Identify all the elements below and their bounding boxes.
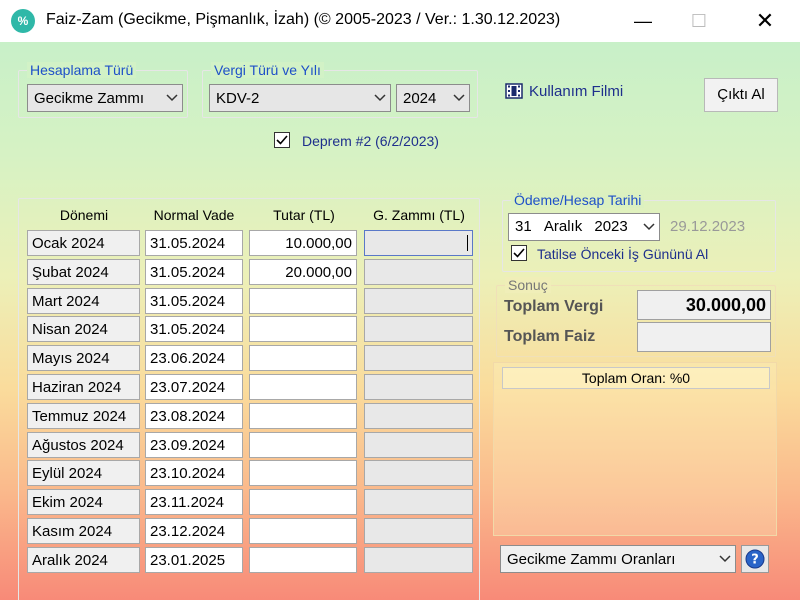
hesaplama-turu-legend: Hesaplama Türü <box>27 62 137 78</box>
g-zammi-cell[interactable] <box>364 259 473 285</box>
vade-cell: 23.06.2024 <box>145 345 243 371</box>
check-icon <box>276 135 288 145</box>
vade-cell: 31.05.2024 <box>145 259 243 285</box>
g-zammi-cell[interactable] <box>364 288 473 314</box>
donem-cell: Eylül 2024 <box>27 460 140 486</box>
deprem-label: Deprem #2 (6/2/2023) <box>302 133 439 149</box>
odeme-yil: 2023 <box>594 218 628 235</box>
cikti-al-button[interactable]: Çıktı Al <box>704 78 778 112</box>
donem-cell: Kasım 2024 <box>27 518 140 544</box>
vade-cell: 31.05.2024 <box>145 230 243 256</box>
minimize-button[interactable]: — <box>616 0 670 42</box>
chevron-down-icon <box>643 222 655 232</box>
vade-cell: 31.05.2024 <box>145 288 243 314</box>
tutar-input[interactable] <box>249 460 357 486</box>
tutar-input[interactable]: 10.000,00 <box>249 230 357 256</box>
title-bar[interactable]: % Faiz-Zam (Gecikme, Pişmanlık, İzah) (©… <box>0 0 800 42</box>
tutar-input[interactable] <box>249 403 357 429</box>
chevron-down-icon <box>166 93 178 103</box>
vade-cell: 23.11.2024 <box>145 489 243 515</box>
sonuc-legend: Sonuç <box>505 277 551 293</box>
vergi-turu-legend: Vergi Türü ve Yılı <box>211 62 324 78</box>
g-zammi-cell[interactable] <box>364 316 473 342</box>
hesaplama-turu-value: Gecikme Zammı <box>34 90 145 107</box>
g-zammi-cell[interactable] <box>364 518 473 544</box>
header-donemi: Dönemi <box>59 207 109 223</box>
window-title: Faiz-Zam (Gecikme, Pişmanlık, İzah) (© 2… <box>46 11 561 28</box>
svg-text:?: ? <box>751 553 759 568</box>
g-zammi-cell[interactable] <box>364 403 473 429</box>
toplam-faiz-value <box>637 322 771 352</box>
tutar-input[interactable] <box>249 432 357 458</box>
question-icon: ? <box>745 549 765 569</box>
toplam-vergi-label: Toplam Vergi <box>504 298 604 315</box>
header-g-zammi: G. Zammı (TL) <box>373 207 465 223</box>
odeme-tarihi-legend: Ödeme/Hesap Tarihi <box>511 192 645 208</box>
vade-cell: 23.12.2024 <box>145 518 243 544</box>
donem-cell: Ağustos 2024 <box>27 432 140 458</box>
vade-cell: 31.05.2024 <box>145 316 243 342</box>
g-zammi-cell[interactable] <box>364 345 473 371</box>
tutar-input[interactable] <box>249 374 357 400</box>
vergi-turu-select[interactable]: KDV-2 <box>209 84 391 112</box>
hesaplama-turu-select[interactable]: Gecikme Zammı <box>27 84 183 112</box>
tutar-input[interactable] <box>249 489 357 515</box>
g-zammi-cell[interactable] <box>364 489 473 515</box>
g-zammi-cell[interactable] <box>364 460 473 486</box>
donem-cell: Temmuz 2024 <box>27 403 140 429</box>
donem-cell: Mart 2024 <box>27 288 140 314</box>
donem-cell: Nisan 2024 <box>27 316 140 342</box>
maximize-button[interactable]: ☐ <box>672 0 726 42</box>
tutar-input[interactable] <box>249 547 357 573</box>
vade-cell: 23.07.2024 <box>145 374 243 400</box>
referans-tarih: 29.12.2023 <box>670 218 746 235</box>
close-button[interactable]: ✕ <box>738 0 792 42</box>
toplam-oran-bar: Toplam Oran: %0 <box>502 367 770 389</box>
oranlar-select[interactable]: Gecikme Zammı Oranları <box>500 545 736 573</box>
odeme-tarihi-datepicker[interactable]: 31 Aralık 2023 <box>508 213 660 241</box>
header-normal-vade: Normal Vade <box>153 207 235 223</box>
donem-cell: Ekim 2024 <box>27 489 140 515</box>
vergi-yili-value: 2024 <box>403 90 437 107</box>
vade-cell: 23.08.2024 <box>145 403 243 429</box>
chevron-down-icon <box>453 93 465 103</box>
kullanim-filmi-link[interactable]: Kullanım Filmi <box>529 83 623 100</box>
tutar-input[interactable] <box>249 518 357 544</box>
vade-cell: 23.01.2025 <box>145 547 243 573</box>
vade-cell: 23.10.2024 <box>145 460 243 486</box>
tutar-input[interactable]: 20.000,00 <box>249 259 357 285</box>
text-cursor <box>467 235 468 251</box>
toplam-faiz-label: Toplam Faiz <box>504 328 596 345</box>
tutar-input[interactable] <box>249 345 357 371</box>
film-icon[interactable] <box>505 82 523 100</box>
donem-cell: Ocak 2024 <box>27 230 140 256</box>
oranlar-value: Gecikme Zammı Oranları <box>507 551 676 568</box>
toplam-vergi-value: 30.000,00 <box>637 290 771 320</box>
client-area: Hesaplama Türü Gecikme Zammı Vergi Türü … <box>0 42 800 600</box>
tutar-input[interactable] <box>249 288 357 314</box>
donem-cell: Mayıs 2024 <box>27 345 140 371</box>
chevron-down-icon <box>374 93 386 103</box>
tatil-label: Tatilse Önceki İş Gününü Al <box>537 246 709 262</box>
vergi-turu-value: KDV-2 <box>216 90 260 107</box>
tatil-checkbox[interactable] <box>511 245 527 261</box>
check-icon <box>513 248 525 258</box>
g-zammi-cell[interactable] <box>364 547 473 573</box>
g-zammi-cell[interactable] <box>364 432 473 458</box>
donem-cell: Haziran 2024 <box>27 374 140 400</box>
app-percent-icon: % <box>11 9 35 33</box>
g-zammi-cell[interactable] <box>364 230 473 256</box>
donem-cell: Aralık 2024 <box>27 547 140 573</box>
g-zammi-cell[interactable] <box>364 374 473 400</box>
deprem-checkbox[interactable] <box>274 132 290 148</box>
vade-cell: 23.09.2024 <box>145 432 243 458</box>
header-tutar: Tutar (TL) <box>273 207 335 223</box>
tutar-input[interactable] <box>249 316 357 342</box>
odeme-gun: 31 <box>515 218 532 235</box>
chevron-down-icon <box>719 554 731 564</box>
donem-cell: Şubat 2024 <box>27 259 140 285</box>
vergi-yili-select[interactable]: 2024 <box>396 84 470 112</box>
help-button[interactable]: ? <box>741 545 769 573</box>
odeme-ay: Aralık <box>543 218 583 235</box>
